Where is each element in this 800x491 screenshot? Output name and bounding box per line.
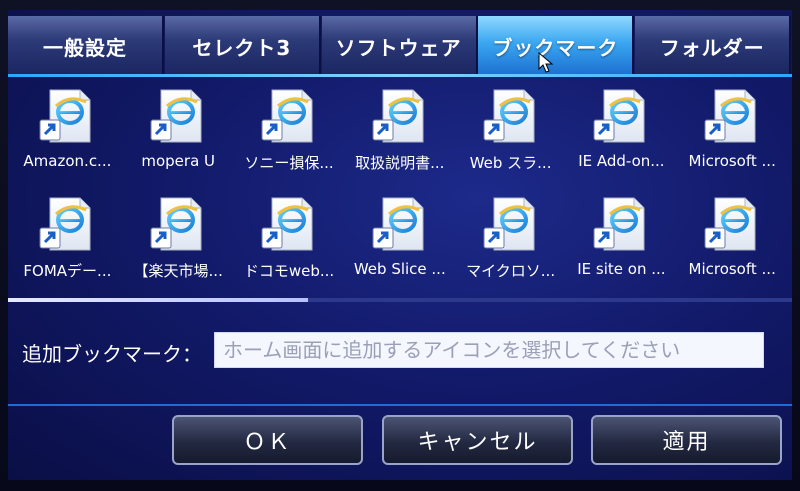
internet-shortcut-icon bbox=[261, 89, 313, 143]
tab-software[interactable]: ソフトウェア bbox=[321, 16, 478, 76]
bookmark-label: mopera U bbox=[141, 152, 216, 170]
bookmark-label: 【楽天市場... bbox=[133, 262, 223, 280]
bookmark-label: Microsoft ... bbox=[688, 260, 776, 278]
mouse-cursor-icon bbox=[538, 52, 554, 73]
internet-shortcut-icon bbox=[150, 89, 202, 143]
internet-shortcut-icon bbox=[704, 197, 756, 251]
bookmark-label: ソニー損保... bbox=[244, 154, 334, 172]
internet-shortcut-icon bbox=[39, 197, 91, 251]
tab-general[interactable]: 一般設定 bbox=[8, 16, 164, 76]
scroll-thumb[interactable] bbox=[8, 298, 308, 302]
bookmark-item[interactable]: Web Slice ... bbox=[344, 194, 455, 302]
internet-shortcut-icon bbox=[372, 197, 424, 251]
bookmark-item[interactable]: IE site on ... bbox=[566, 194, 677, 302]
internet-shortcut-icon bbox=[372, 89, 424, 143]
internet-shortcut-icon bbox=[261, 197, 313, 251]
bookmark-label: IE site on ... bbox=[577, 260, 666, 278]
settings-screen: 一般設定 セレクト3 ソフトウェア ブックマーク フォルダー Amazon.c.… bbox=[8, 10, 792, 480]
bookmark-item[interactable]: ドコモweb... bbox=[234, 194, 345, 302]
bookmark-item[interactable]: Amazon.c... bbox=[12, 86, 123, 194]
internet-shortcut-icon bbox=[704, 89, 756, 143]
bookmark-item[interactable]: FOMAデー... bbox=[12, 194, 123, 302]
ok-button[interactable]: ＯＫ bbox=[172, 415, 363, 465]
tab-underline bbox=[8, 74, 792, 77]
tab-select3[interactable]: セレクト3 bbox=[164, 16, 321, 76]
bookmark-grid: Amazon.c... mopera U ソニー損保... 取扱説明書... W… bbox=[12, 86, 788, 296]
bookmark-item[interactable]: mopera U bbox=[123, 86, 234, 194]
bookmark-item[interactable]: 取扱説明書... bbox=[344, 86, 455, 194]
internet-shortcut-icon bbox=[593, 89, 645, 143]
internet-shortcut-icon bbox=[150, 197, 202, 251]
separator bbox=[8, 404, 792, 406]
apply-button[interactable]: 適用 bbox=[591, 415, 782, 465]
bookmark-label: マイクロソ... bbox=[466, 262, 556, 280]
tab-folder[interactable]: フォルダー bbox=[635, 16, 792, 76]
bookmark-label: Microsoft ... bbox=[688, 152, 776, 170]
bookmark-item[interactable]: ソニー損保... bbox=[234, 86, 345, 194]
internet-shortcut-icon bbox=[483, 89, 535, 143]
bookmark-label: 取扱説明書... bbox=[355, 154, 445, 172]
bookmark-label: IE Add-on... bbox=[578, 152, 665, 170]
bookmark-item[interactable]: Microsoft ... bbox=[677, 194, 788, 302]
bookmark-label: ドコモweb... bbox=[243, 262, 335, 280]
bookmark-label: Web Slice ... bbox=[353, 260, 446, 278]
tab-bookmark[interactable]: ブックマーク bbox=[478, 16, 635, 76]
bookmark-label: Amazon.c... bbox=[23, 152, 112, 170]
bookmark-item[interactable]: Web スラ... bbox=[455, 86, 566, 194]
internet-shortcut-icon bbox=[593, 197, 645, 251]
tab-bar: 一般設定 セレクト3 ソフトウェア ブックマーク フォルダー bbox=[8, 16, 792, 76]
bookmark-item[interactable]: Microsoft ... bbox=[677, 86, 788, 194]
bookmark-label: Web スラ... bbox=[469, 154, 552, 172]
internet-shortcut-icon bbox=[483, 197, 535, 251]
cancel-button[interactable]: キャンセル bbox=[382, 415, 573, 465]
bookmark-item[interactable]: マイクロソ... bbox=[455, 194, 566, 302]
add-bookmark-input[interactable] bbox=[214, 332, 764, 368]
bookmark-item[interactable]: IE Add-on... bbox=[566, 86, 677, 194]
bookmark-label: FOMAデー... bbox=[23, 262, 112, 280]
scroll-track[interactable] bbox=[8, 298, 792, 302]
internet-shortcut-icon bbox=[39, 89, 91, 143]
add-bookmark-label: 追加ブックマーク： bbox=[22, 342, 202, 366]
bookmark-item[interactable]: 【楽天市場... bbox=[123, 194, 234, 302]
